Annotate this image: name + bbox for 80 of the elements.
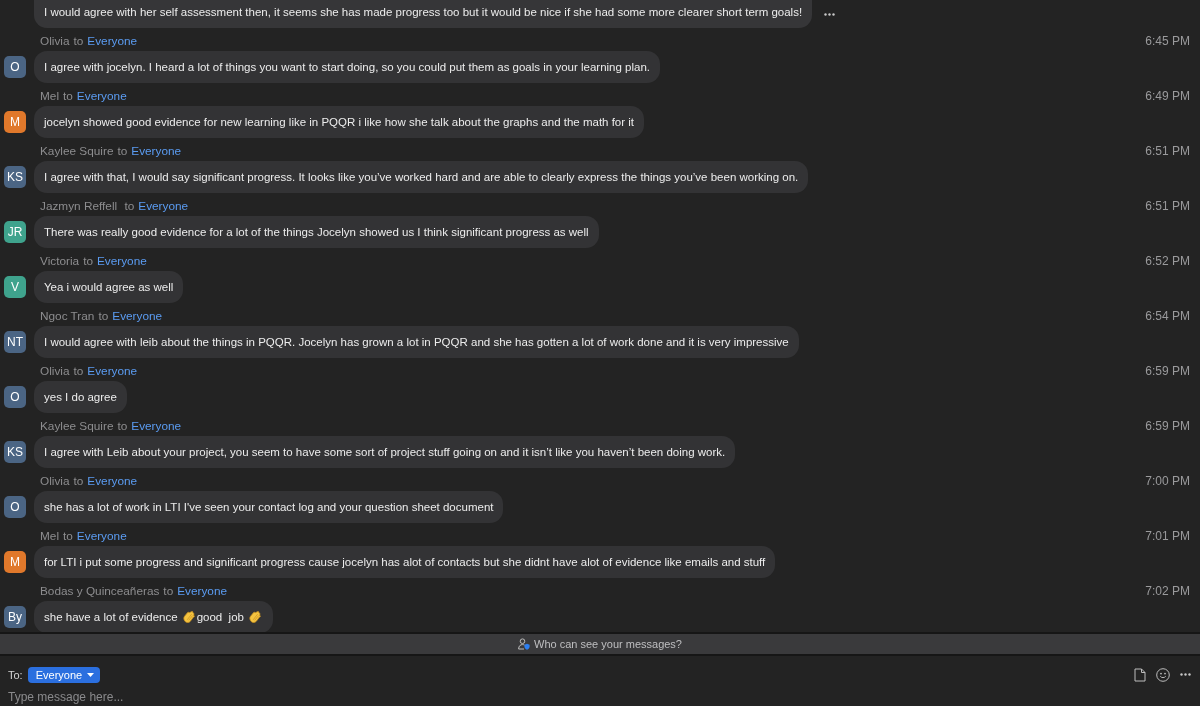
message-time: 6:52 PM	[1145, 254, 1190, 269]
message-text: There was really good evidence for a lot of the things Jocelyn showed us I think significant progress as well	[44, 225, 589, 240]
to-label: to	[83, 254, 93, 269]
emoji-icon[interactable]	[1156, 667, 1170, 682]
sender-name: Kaylee Squire	[40, 419, 114, 434]
message-time: 7:00 PM	[1145, 474, 1190, 489]
message-text: I would agree with leib about the things in PQQR. Jocelyn has grown a lot in PQQR and she has gotten a lot of work done and it is very impressive	[44, 335, 789, 350]
avatar: M	[4, 550, 26, 573]
file-icon[interactable]	[1134, 667, 1146, 682]
avatar: O	[4, 495, 26, 518]
recipient-name: Everyone	[177, 584, 228, 599]
recipient-name: Everyone	[87, 34, 138, 49]
message-text: she has a lot of work in LTI I've seen your contact log and your question sheet document	[44, 500, 494, 515]
to-label: to	[73, 34, 84, 49]
sender-name: Olivia	[40, 474, 70, 489]
message-time: 6:59 PM	[1145, 419, 1190, 434]
recipient-name: Everyone	[112, 309, 163, 324]
message-text: I agree with Leib about your project, you seem to have some sort of project stuff going on and it isn’t like you haven’t been doing work.	[44, 445, 726, 460]
sender-name: Olivia	[40, 34, 70, 49]
message-input[interactable]: Type message here...	[8, 688, 1191, 705]
to-label: to	[117, 144, 128, 159]
message-text: jocelyn showed good evidence for new learning like in PQQR i like how she talk about the graphs and the math for it	[44, 115, 635, 130]
to-label: to	[73, 474, 84, 489]
avatar: O	[4, 385, 26, 408]
recipient-dropdown[interactable]: Everyone	[27, 666, 101, 683]
recipient-name: Everyone	[87, 364, 138, 379]
to-label: To:	[8, 668, 23, 681]
to-label: to	[63, 89, 73, 104]
avatar: By	[4, 605, 26, 628]
message-time: 6:51 PM	[1145, 199, 1190, 214]
person-shield-icon	[518, 638, 530, 650]
message-text: good job	[196, 610, 244, 625]
recipient-name: Everyone	[76, 529, 127, 544]
message-text: I would agree with her self assessment then, it seems she has made progress too but it would be nice if she had some more clearer short term goals!	[44, 5, 803, 20]
message-time: 6:49 PM	[1145, 89, 1190, 104]
message-time: 7:02 PM	[1145, 584, 1190, 599]
sender-name: Bodas y Quinceañeras	[40, 584, 160, 599]
clapping-hands-icon	[247, 610, 262, 624]
sender-name: Olivia	[40, 364, 70, 379]
to-label: to	[124, 199, 135, 214]
message-text: yes I do agree	[44, 390, 117, 405]
avatar: KS	[4, 440, 26, 463]
recipient-name: Everyone	[76, 89, 127, 104]
recipient-name: Everyone	[96, 254, 147, 269]
avatar: O	[4, 55, 26, 78]
message-time: 7:01 PM	[1145, 529, 1190, 544]
clapping-hands-icon	[181, 610, 196, 624]
recipient-name: Everyone	[131, 144, 182, 159]
sender-name: Ngoc Tran	[40, 309, 95, 324]
visibility-link[interactable]: Who can see your messages?	[534, 638, 682, 650]
message-time: 6:54 PM	[1145, 309, 1190, 324]
avatar: V	[4, 275, 26, 298]
avatar: KS	[4, 165, 26, 188]
to-label: to	[163, 584, 174, 599]
avatar: M	[4, 110, 26, 133]
caret-icon	[87, 672, 95, 677]
sender-name: Victoria	[40, 254, 80, 269]
recipient-name: Everyone	[138, 199, 189, 214]
recipient-name: Everyone	[131, 419, 182, 434]
message-text: Yea i would agree as well	[44, 280, 174, 295]
message-time: 6:59 PM	[1145, 364, 1190, 379]
to-label: to	[117, 419, 128, 434]
more-options-icon[interactable]	[1180, 673, 1191, 676]
more-options-icon[interactable]	[824, 12, 836, 16]
message-text: I agree with jocelyn. I heard a lot of things you want to start doing, so you could put them as goals in your learning plan.	[44, 60, 651, 75]
sender-name: Jazmyn Reffell	[40, 199, 119, 214]
message-text: for LTI i put some progress and significant progress cause jocelyn has alot of contacts but she didnt have alot of evidence like emails and stuff	[44, 555, 766, 570]
sender-name: Mel	[40, 529, 59, 544]
avatar: NT	[4, 330, 26, 353]
to-label: to	[73, 364, 84, 379]
to-label: to	[98, 309, 109, 324]
message-time: 6:51 PM	[1145, 144, 1190, 159]
message-time: 6:45 PM	[1145, 34, 1190, 49]
avatar: JR	[4, 220, 26, 243]
message-text: I agree with that, I would say significant progress. It looks like you’ve worked hard and are able to clearly express the things you’ve been working on.	[44, 170, 799, 185]
recipient-name: Everyone	[87, 474, 138, 489]
sender-name: Mel	[40, 89, 59, 104]
sender-name: Kaylee Squire	[40, 144, 114, 159]
message-text: she have a lot of evidence	[44, 610, 178, 625]
to-label: to	[63, 529, 73, 544]
